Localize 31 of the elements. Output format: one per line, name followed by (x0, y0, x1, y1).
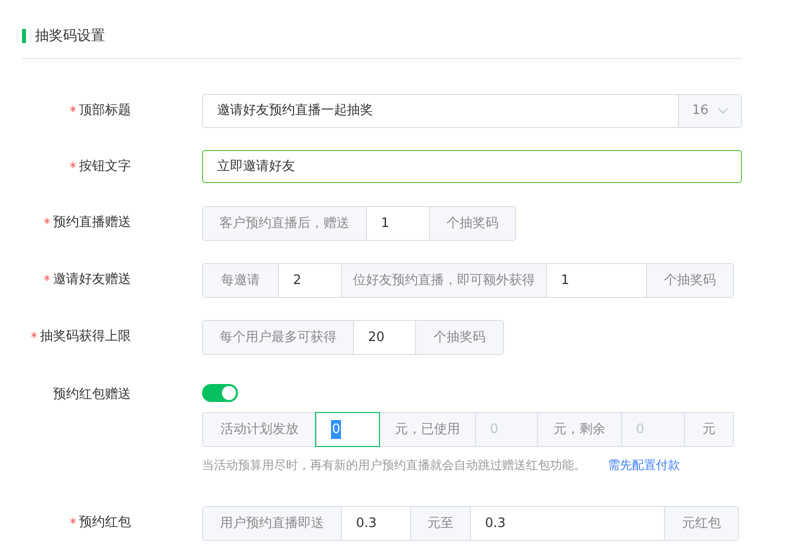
input-field[interactable]: 0.3 (341, 507, 410, 540)
field-label: 按钮文字 (70, 157, 131, 177)
link[interactable]: 需先配置付款 (608, 456, 680, 474)
input-field[interactable]: 2 (278, 264, 341, 297)
required-asterisk-icon (70, 518, 76, 524)
required-asterisk-icon (31, 332, 37, 338)
required-asterisk-icon (70, 106, 76, 112)
input-addon: 个抽奖码 (429, 207, 515, 240)
input-addon: 活动计划发放 (203, 413, 316, 446)
input-field[interactable]: 0.3 (470, 507, 664, 540)
field-label: 顶部标题 (70, 101, 131, 121)
section-marker (22, 29, 26, 43)
input-addon: 个抽奖码 (415, 321, 503, 354)
input-field[interactable]: 1 (366, 207, 429, 240)
help-text: 当活动预算用尽时，再有新的用户预约直播就会自动跳过赠送红包功能。 (202, 457, 586, 474)
input-field[interactable]: 20 (353, 321, 415, 354)
toggle-switch[interactable] (202, 384, 238, 402)
field-label: 预约红包赠送 (53, 386, 131, 404)
field-label: 预约红包 (70, 513, 131, 533)
required-asterisk-icon (44, 275, 50, 282)
field-label: 邀请好友赠送 (44, 270, 131, 290)
field-label: 抽奖码获得上限 (31, 327, 131, 347)
input-addon: 元红包 (664, 507, 738, 540)
input-addon: 个抽奖码 (646, 264, 733, 297)
input-addon: 元 (684, 413, 733, 446)
section-title: 抽奖码设置 (35, 26, 105, 46)
input-field[interactable]: 立即邀请好友 (202, 150, 742, 183)
input-field[interactable]: 1 (546, 264, 646, 297)
required-asterisk-icon (44, 218, 50, 224)
required-asterisk-icon (70, 162, 76, 168)
field-label: 预约直播赠送 (44, 213, 131, 233)
